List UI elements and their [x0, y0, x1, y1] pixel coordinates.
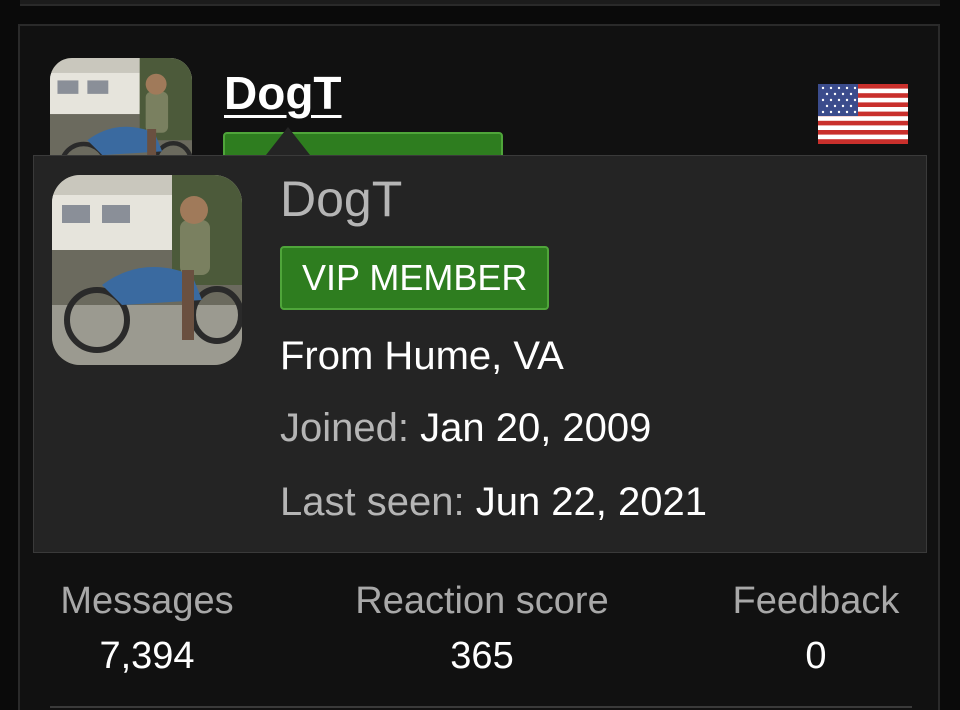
stat-value: 0 — [805, 635, 827, 677]
stat-label: Messages — [60, 580, 234, 622]
joined-value: Jan 20, 2009 — [420, 406, 652, 450]
top-divider — [20, 0, 940, 6]
joined-row: Joined: Jan 20, 2009 — [280, 406, 651, 451]
tooltip-avatar[interactable] — [52, 175, 242, 365]
stat-feedback[interactable]: Feedback 0 — [720, 580, 912, 678]
stat-label: Reaction score — [355, 580, 609, 622]
joined-label: Joined: — [280, 406, 409, 450]
member-stats: Messages 7,394 Reaction score 365 Feedba… — [0, 580, 960, 690]
stat-reaction-score[interactable]: Reaction score 365 — [340, 580, 624, 678]
member-card-page: DogT DogT VIP MEMBER From Hume, VA Joine… — [0, 0, 960, 710]
last-seen-label: Last seen: — [280, 480, 465, 524]
tooltip-arrow — [266, 127, 310, 155]
last-seen-row: Last seen: Jun 22, 2021 — [280, 480, 707, 525]
vip-badge: VIP MEMBER — [280, 246, 550, 310]
us-flag-icon — [818, 84, 908, 144]
bottom-divider — [50, 706, 912, 708]
location-text: From Hume, VA — [280, 334, 564, 378]
stat-value: 365 — [450, 635, 514, 677]
stat-messages[interactable]: Messages 7,394 — [50, 580, 244, 678]
stat-label: Feedback — [732, 580, 900, 622]
last-seen-value: Jun 22, 2021 — [475, 480, 708, 524]
username-link[interactable]: DogT — [224, 66, 342, 120]
stat-value: 7,394 — [99, 635, 195, 677]
tooltip-username[interactable]: DogT — [280, 170, 402, 228]
